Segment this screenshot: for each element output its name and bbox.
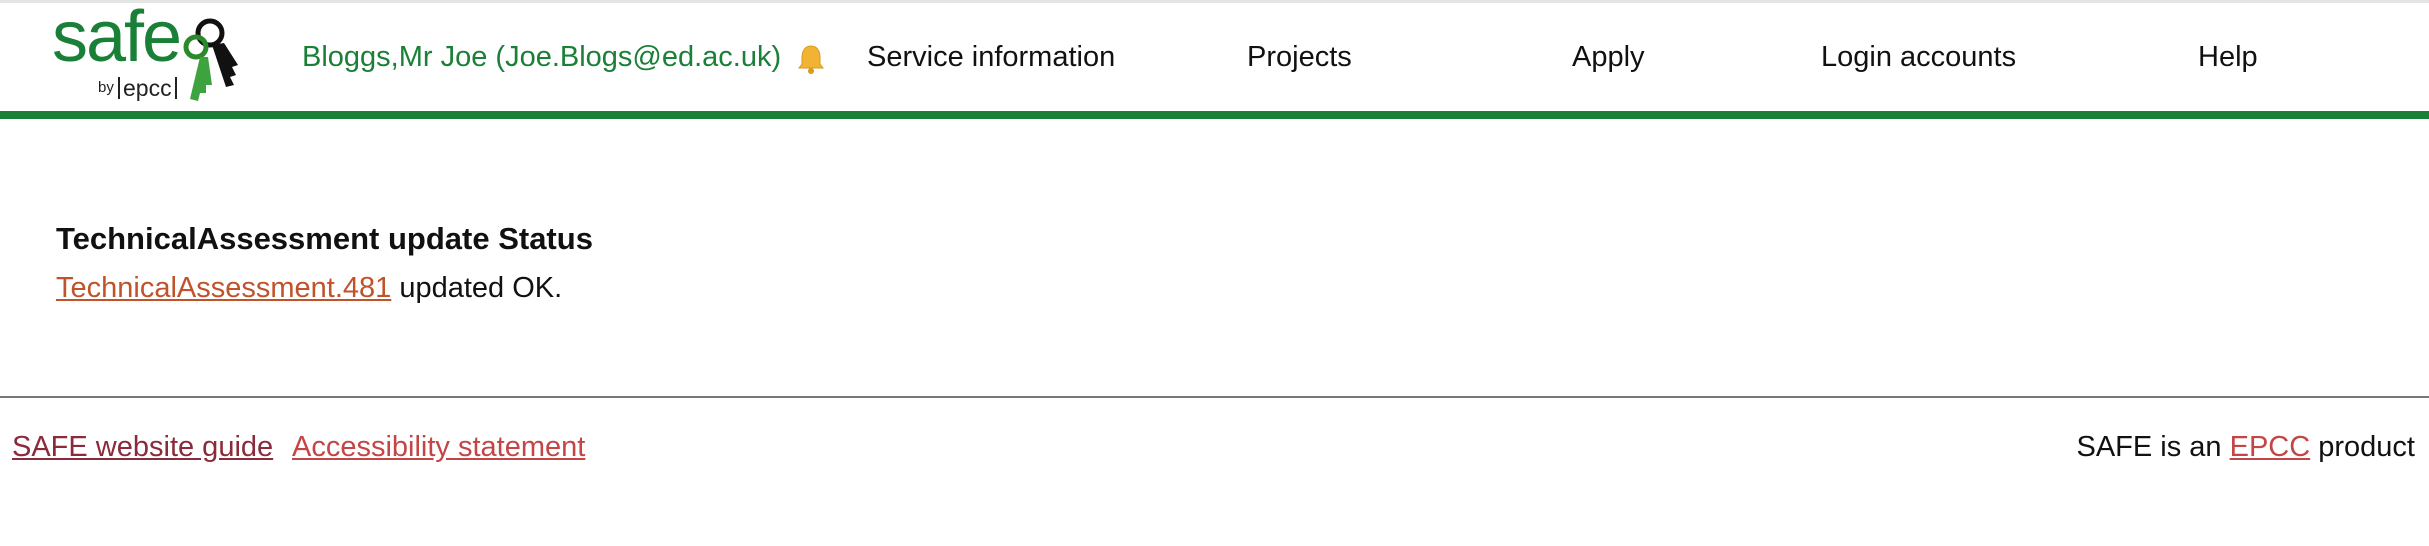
status-message: TechnicalAssessment.481 updated OK. [56, 272, 562, 305]
site-header: safe by epcc Bloggs,Mr Joe (Joe.Blogs@ed… [0, 1, 2429, 111]
bell-icon[interactable] [796, 43, 826, 75]
technical-assessment-link[interactable]: TechnicalAssessment.481 [56, 272, 391, 304]
footer-divider [0, 396, 2429, 398]
header-divider [0, 111, 2429, 119]
epcc-link[interactable]: EPCC [2230, 431, 2311, 463]
footer-product-note: SAFE is an EPCC product [2077, 431, 2416, 464]
nav-login-accounts[interactable]: Login accounts [1821, 41, 2016, 74]
footer-prefix: SAFE is an [2076, 431, 2230, 463]
user-account-link[interactable]: Bloggs,Mr Joe (Joe.Blogs@ed.ac.uk) [302, 41, 781, 74]
nav-apply[interactable]: Apply [1572, 41, 1645, 74]
logo-word: safe [52, 0, 182, 77]
key-icon [183, 18, 238, 101]
page-title: TechnicalAssessment update Status [56, 221, 593, 256]
logo-epcc: epcc [118, 77, 177, 100]
safe-website-guide-link[interactable]: SAFE website guide [12, 431, 273, 464]
safe-logo[interactable]: safe by epcc [52, 1, 252, 109]
status-text: updated OK. [391, 272, 563, 304]
nav-service-information[interactable]: Service information [867, 41, 1115, 74]
logo-by: by [98, 79, 114, 96]
nav-help[interactable]: Help [2198, 41, 2258, 74]
accessibility-statement-link[interactable]: Accessibility statement [292, 431, 585, 464]
nav-projects[interactable]: Projects [1247, 41, 1352, 74]
footer-suffix: product [2310, 431, 2415, 463]
